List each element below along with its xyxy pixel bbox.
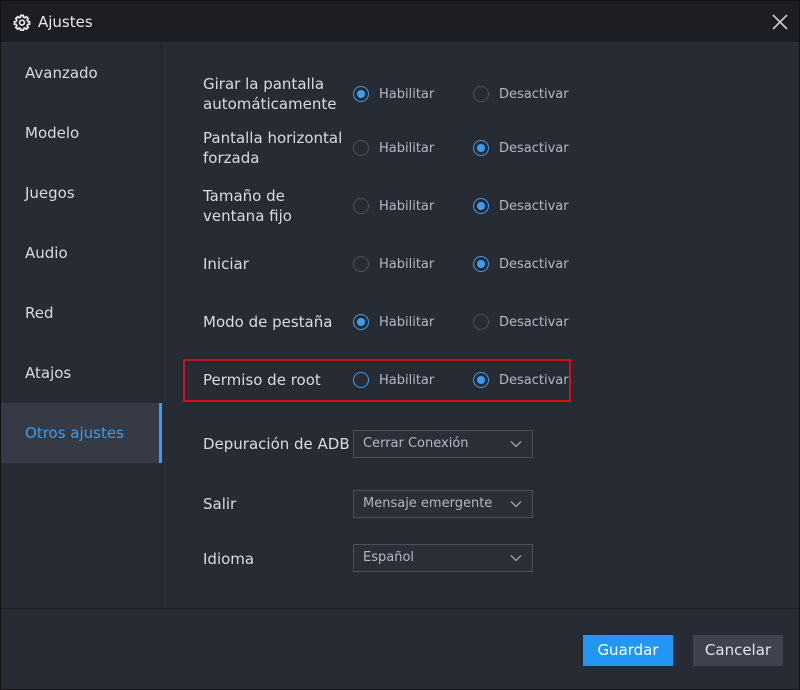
- radio-circle: [353, 86, 369, 102]
- setting-label: Pantalla horizontal forzada: [203, 129, 343, 167]
- radio-label: Desactivar: [499, 256, 569, 272]
- radio-label: Habilitar: [379, 140, 435, 156]
- cancel-button[interactable]: Cancelar: [693, 635, 783, 666]
- radio-enable[interactable]: Habilitar: [353, 372, 434, 388]
- radio-label: Desactivar: [499, 372, 569, 388]
- dialog-footer: Guardar Cancelar: [1, 608, 799, 689]
- setting-label: Depuración de ADB: [203, 435, 350, 453]
- title-bar: Ajustes: [1, 1, 799, 42]
- radio-label: Desactivar: [499, 140, 569, 156]
- settings-window: Ajustes Avanzado Modelo Juegos Audio Red…: [0, 0, 800, 690]
- radio-label: Habilitar: [379, 372, 435, 388]
- radio-enable[interactable]: Habilitar: [353, 86, 434, 102]
- window-title: Ajustes: [38, 13, 93, 31]
- sidebar-item-otros-ajustes[interactable]: Otros ajustes: [1, 403, 162, 463]
- radio-enable[interactable]: Habilitar: [353, 256, 434, 272]
- radio-disable[interactable]: Desactivar: [473, 198, 569, 214]
- radio-label: Desactivar: [499, 86, 569, 102]
- radio-circle: [473, 198, 489, 214]
- radio-circle: [353, 140, 369, 156]
- exit-select[interactable]: Mensaje emergente: [353, 490, 533, 518]
- gear-icon: [13, 14, 31, 31]
- radio-circle: [473, 256, 489, 272]
- radio-disable[interactable]: Desactivar: [473, 140, 569, 156]
- radio-disable[interactable]: Desactivar: [473, 86, 569, 102]
- radio-circle: [473, 314, 489, 330]
- radio-label: Desactivar: [499, 314, 569, 330]
- radio-label: Habilitar: [379, 314, 435, 330]
- chevron-down-icon: [510, 441, 522, 448]
- sidebar-item-red[interactable]: Red: [1, 283, 162, 343]
- radio-circle: [353, 198, 369, 214]
- language-select[interactable]: Español: [353, 544, 533, 572]
- radio-circle: [473, 372, 489, 388]
- radio-disable[interactable]: Desactivar: [473, 314, 569, 330]
- sidebar: Avanzado Modelo Juegos Audio Red Atajos …: [1, 42, 162, 608]
- radio-enable[interactable]: Habilitar: [353, 314, 434, 330]
- save-button[interactable]: Guardar: [583, 635, 673, 666]
- settings-panel: Girar la pantalla automáticamente Habili…: [163, 42, 799, 608]
- radio-label: Habilitar: [379, 86, 435, 102]
- radio-label: Desactivar: [499, 198, 569, 214]
- setting-label: Permiso de root: [203, 371, 321, 389]
- sidebar-item-audio[interactable]: Audio: [1, 223, 162, 283]
- radio-disable[interactable]: Desactivar: [473, 372, 569, 388]
- radio-circle: [353, 256, 369, 272]
- radio-circle: [473, 140, 489, 156]
- setting-label: Iniciar: [203, 255, 249, 273]
- radio-circle: [353, 372, 369, 388]
- select-value: Mensaje emergente: [363, 496, 493, 511]
- adb-debugging-select[interactable]: Cerrar Conexión: [353, 430, 533, 458]
- setting-label: Idioma: [203, 550, 255, 568]
- radio-enable[interactable]: Habilitar: [353, 140, 434, 156]
- sidebar-item-avanzado[interactable]: Avanzado: [1, 43, 162, 103]
- radio-enable[interactable]: Habilitar: [353, 198, 434, 214]
- select-value: Español: [363, 550, 415, 565]
- setting-label: Girar la pantalla automáticamente: [203, 75, 337, 113]
- setting-label: Modo de pestaña: [203, 313, 333, 331]
- chevron-down-icon: [510, 501, 522, 508]
- close-icon[interactable]: [771, 13, 789, 31]
- chevron-down-icon: [510, 555, 522, 562]
- setting-label: Tamaño de ventana fijo: [203, 187, 292, 225]
- radio-label: Habilitar: [379, 198, 435, 214]
- radio-disable[interactable]: Desactivar: [473, 256, 569, 272]
- sidebar-item-juegos[interactable]: Juegos: [1, 163, 162, 223]
- radio-label: Habilitar: [379, 256, 435, 272]
- setting-label: Salir: [203, 495, 237, 513]
- select-value: Cerrar Conexión: [363, 436, 469, 451]
- radio-circle: [353, 314, 369, 330]
- sidebar-item-atajos[interactable]: Atajos: [1, 343, 162, 403]
- sidebar-item-modelo[interactable]: Modelo: [1, 103, 162, 163]
- radio-circle: [473, 86, 489, 102]
